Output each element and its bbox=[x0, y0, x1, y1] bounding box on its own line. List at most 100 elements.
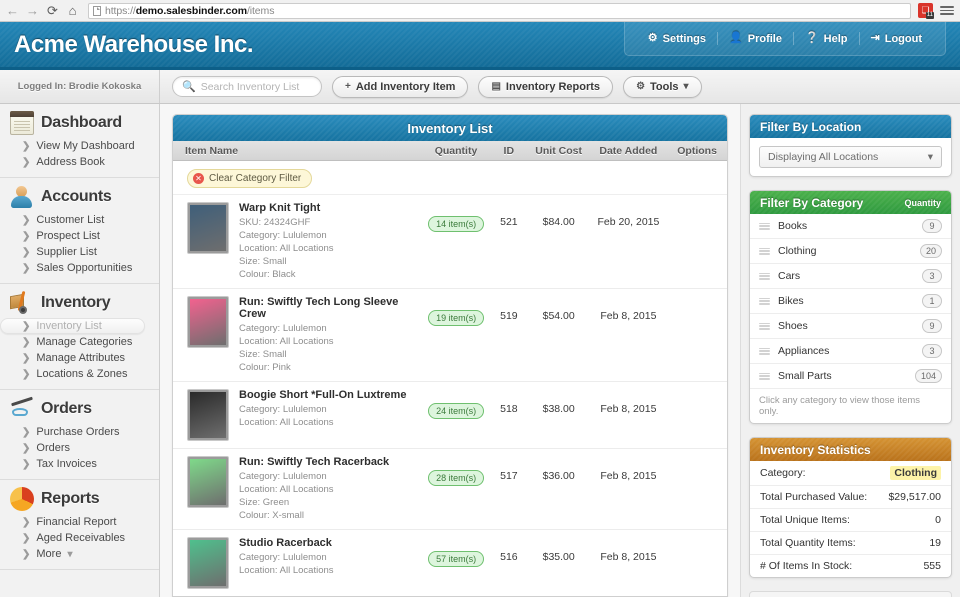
category-item-shoes[interactable]: Shoes 9 bbox=[750, 314, 951, 339]
quantity-badge: 24 item(s) bbox=[428, 403, 484, 419]
category-item-small-parts[interactable]: Small Parts104 bbox=[750, 364, 951, 389]
header-menu-settings[interactable]: ⚙ Settings bbox=[637, 33, 717, 45]
sidebar-item-label: More bbox=[36, 548, 61, 560]
sidebar-item-locations-zones[interactable]: ❯Locations & Zones bbox=[0, 366, 159, 382]
category-item-bikes[interactable]: Bikes1 bbox=[750, 289, 951, 314]
category-item-books[interactable]: Books9 bbox=[750, 214, 951, 239]
item-thumbnail[interactable] bbox=[187, 456, 229, 508]
header-menu-help[interactable]: ❔ Help bbox=[794, 33, 859, 45]
category-quantity-badge: 9 bbox=[922, 319, 942, 333]
item-options[interactable] bbox=[667, 202, 727, 216]
drag-handle-icon[interactable] bbox=[759, 348, 770, 355]
search-input[interactable]: 🔍 Search Inventory List bbox=[172, 76, 322, 97]
header-menu-logout[interactable]: ⇥ Logout bbox=[860, 33, 933, 45]
item-name[interactable]: Studio Racerback bbox=[239, 537, 422, 549]
table-row[interactable]: Run: Swiftly Tech Long Sleeve CrewCatego… bbox=[173, 289, 727, 382]
sidebar-item-manage-categories[interactable]: ❯Manage Categories bbox=[0, 334, 159, 350]
chevron-right-icon: ❯ bbox=[22, 549, 30, 560]
category-left: Shoes bbox=[759, 320, 808, 332]
location-select[interactable]: Displaying All Locations ▾ bbox=[759, 146, 942, 168]
sidebar-group-header[interactable]: Dashboard bbox=[0, 111, 159, 138]
column-item-name[interactable]: Item Name bbox=[173, 145, 422, 157]
item-thumbnail[interactable] bbox=[187, 389, 229, 441]
item-date-added: Feb 8, 2015 bbox=[590, 389, 668, 415]
chevron-right-icon: ❯ bbox=[22, 321, 30, 332]
item-options[interactable] bbox=[667, 456, 727, 470]
left-sidebar: Dashboard❯View My Dashboard❯Address Book… bbox=[0, 104, 160, 597]
view-archived-items-button[interactable]: View Archived Items bbox=[749, 591, 952, 597]
chevron-right-icon: ❯ bbox=[22, 353, 30, 364]
header-menu-help-label: Help bbox=[824, 33, 848, 45]
drag-handle-icon[interactable] bbox=[759, 373, 770, 380]
add-inventory-item-button[interactable]: + Add Inventory Item bbox=[332, 76, 468, 98]
report-icon: ▤ bbox=[491, 81, 500, 92]
sidebar-item-supplier-list[interactable]: ❯Supplier List bbox=[0, 244, 159, 260]
row-meta: Size: Small bbox=[239, 255, 422, 268]
home-icon[interactable]: ⌂ bbox=[66, 4, 79, 17]
table-row[interactable]: Studio RacerbackCategory: LululemonLocat… bbox=[173, 530, 727, 597]
forward-arrow-icon[interactable]: → bbox=[26, 4, 39, 17]
hamburger-menu-icon[interactable] bbox=[940, 4, 954, 18]
sidebar-group-header[interactable]: Inventory bbox=[0, 291, 159, 318]
table-row[interactable]: Warp Knit TightSKU: 24324GHFCategory: Lu… bbox=[173, 195, 727, 289]
item-options[interactable] bbox=[667, 537, 727, 551]
statistic-value: 0 bbox=[935, 514, 941, 526]
sidebar-group-header[interactable]: Orders bbox=[0, 397, 159, 424]
column-id[interactable]: ID bbox=[490, 145, 528, 157]
sidebar-item-sales-opportunities[interactable]: ❯Sales Opportunities bbox=[0, 260, 159, 276]
sidebar-item-orders[interactable]: ❯Orders bbox=[0, 440, 159, 456]
drag-handle-icon[interactable] bbox=[759, 298, 770, 305]
back-arrow-icon[interactable]: ← bbox=[6, 4, 19, 17]
address-bar[interactable]: https://demo.salesbinder.com/items bbox=[88, 3, 911, 19]
statistic-value: 19 bbox=[929, 537, 941, 549]
reload-icon[interactable]: ⟳ bbox=[46, 4, 59, 17]
drag-handle-icon[interactable] bbox=[759, 323, 770, 330]
drag-handle-icon[interactable] bbox=[759, 273, 770, 280]
sidebar-item-purchase-orders[interactable]: ❯Purchase Orders bbox=[0, 424, 159, 440]
category-left: Books bbox=[759, 220, 807, 232]
sidebar-item-customer-list[interactable]: ❯Customer List bbox=[0, 212, 159, 228]
sidebar-item-manage-attributes[interactable]: ❯Manage Attributes bbox=[0, 350, 159, 366]
sidebar-item-view-my-dashboard[interactable]: ❯View My Dashboard bbox=[0, 138, 159, 154]
extension-puzzle-icon[interactable]: ❏ 11 bbox=[918, 3, 933, 18]
gear-icon: ⚙ bbox=[648, 33, 658, 44]
sidebar-item-financial-report[interactable]: ❯Financial Report bbox=[0, 514, 159, 530]
sidebar-item-more[interactable]: ❯More▾ bbox=[0, 546, 159, 562]
sidebar-group-header[interactable]: Reports bbox=[0, 487, 159, 514]
chevron-right-icon: ❯ bbox=[22, 369, 30, 380]
sidebar-item-aged-receivables[interactable]: ❯Aged Receivables bbox=[0, 530, 159, 546]
table-row[interactable]: Run: Swiftly Tech RacerbackCategory: Lul… bbox=[173, 449, 727, 530]
sidebar-item-tax-invoices[interactable]: ❯Tax Invoices bbox=[0, 456, 159, 472]
tools-button[interactable]: ⚙ Tools ▾ bbox=[623, 76, 702, 98]
header-menu-profile[interactable]: 👤 Profile bbox=[718, 33, 793, 45]
item-thumbnail[interactable] bbox=[187, 296, 229, 348]
right-sidebar: Filter By Location Displaying All Locati… bbox=[740, 104, 960, 597]
table-row[interactable]: Boogie Short *Full-On LuxtremeCategory: … bbox=[173, 382, 727, 449]
item-options[interactable] bbox=[667, 296, 727, 310]
category-item-clothing[interactable]: Clothing20 bbox=[750, 239, 951, 264]
item-thumbnail[interactable] bbox=[187, 537, 229, 589]
category-item-appliances[interactable]: Appliances3 bbox=[750, 339, 951, 364]
item-options[interactable] bbox=[667, 389, 727, 403]
sidebar-item-inventory-list[interactable]: ❯Inventory List bbox=[0, 318, 145, 334]
item-name[interactable]: Run: Swiftly Tech Racerback bbox=[239, 456, 422, 468]
drag-handle-icon[interactable] bbox=[759, 248, 770, 255]
sidebar-item-address-book[interactable]: ❯Address Book bbox=[0, 154, 159, 170]
column-unit-cost[interactable]: Unit Cost bbox=[528, 145, 590, 157]
sidebar-item-prospect-list[interactable]: ❯Prospect List bbox=[0, 228, 159, 244]
category-item-cars[interactable]: Cars3 bbox=[750, 264, 951, 289]
item-name[interactable]: Run: Swiftly Tech Long Sleeve Crew bbox=[239, 296, 422, 320]
column-date-added[interactable]: Date Added bbox=[590, 145, 668, 157]
inventory-reports-button[interactable]: ▤ Inventory Reports bbox=[478, 76, 613, 98]
item-name[interactable]: Boogie Short *Full-On Luxtreme bbox=[239, 389, 422, 401]
sidebar-group-header[interactable]: Accounts bbox=[0, 185, 159, 212]
clear-category-filter-button[interactable]: ✕ Clear Category Filter bbox=[187, 169, 312, 188]
chevron-right-icon: ❯ bbox=[22, 247, 30, 258]
category-hint: Click any category to view those items o… bbox=[750, 389, 951, 423]
category-label: Books bbox=[778, 220, 807, 232]
column-quantity[interactable]: Quantity bbox=[422, 145, 490, 157]
drag-handle-icon[interactable] bbox=[759, 223, 770, 230]
item-thumbnail[interactable] bbox=[187, 202, 229, 254]
item-name[interactable]: Warp Knit Tight bbox=[239, 202, 422, 214]
row-meta: SKU: 24324GHF bbox=[239, 216, 422, 229]
